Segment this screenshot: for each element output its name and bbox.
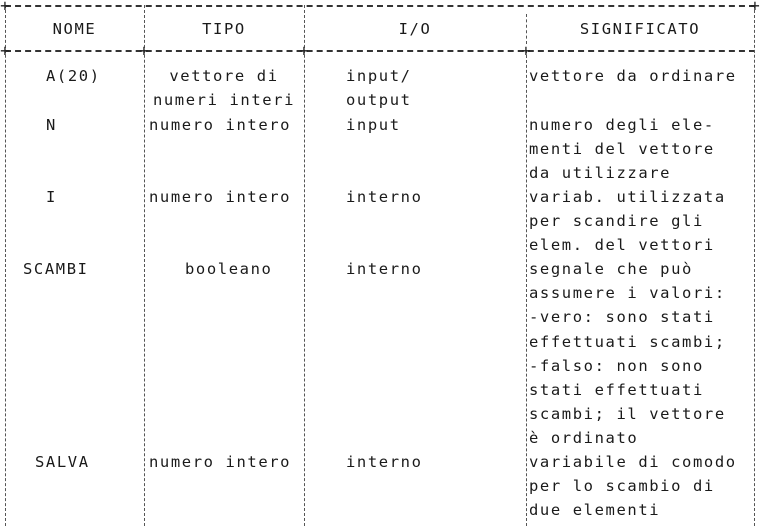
column-divider-2 bbox=[304, 5, 305, 526]
corner-top-right: + bbox=[750, 0, 760, 15]
cell-io: input bbox=[346, 116, 401, 134]
header-tipo: TIPO bbox=[202, 20, 246, 38]
cell-tipo: vettore di numeri interi bbox=[152, 67, 296, 110]
junction-3: + bbox=[521, 41, 531, 60]
junction-left: + bbox=[0, 41, 10, 60]
junction-2: + bbox=[299, 41, 309, 60]
cell-nome: I bbox=[46, 188, 57, 206]
cell-significato: segnale che può assumere i valori: -vero… bbox=[529, 260, 726, 448]
table-left-border bbox=[5, 5, 6, 526]
cell-io: interno bbox=[346, 260, 423, 278]
cell-io: interno bbox=[346, 453, 423, 471]
cell-significato: numero degli ele- menti del vettore da u… bbox=[529, 116, 715, 183]
column-divider-1 bbox=[144, 5, 145, 526]
cell-tipo: numero intero bbox=[149, 453, 292, 471]
corner-top-left: + bbox=[0, 0, 10, 15]
cell-io: interno bbox=[346, 188, 423, 206]
cell-tipo: numero intero bbox=[149, 188, 292, 206]
cell-nome: SCAMBI bbox=[23, 260, 89, 278]
table-top-border bbox=[5, 5, 755, 7]
cell-nome: N bbox=[46, 116, 57, 134]
junction-1: + bbox=[139, 41, 149, 60]
cell-nome: A(20) bbox=[46, 67, 101, 85]
header-divider bbox=[5, 50, 755, 52]
header-nome: NOME bbox=[52, 20, 97, 38]
cell-tipo: numero intero bbox=[149, 116, 292, 134]
cell-tipo: booleano bbox=[185, 260, 273, 278]
cell-significato: vettore da ordinare bbox=[529, 67, 737, 85]
cell-nome: SALVA bbox=[35, 453, 90, 471]
table-right-border bbox=[754, 5, 755, 526]
column-divider-3 bbox=[526, 50, 527, 526]
header-io: I/O bbox=[398, 20, 432, 38]
cell-io: input/ output bbox=[346, 67, 412, 110]
cell-significato: variabile di comodo per lo scambio di du… bbox=[529, 453, 737, 520]
header-significato: SIGNIFICATO bbox=[579, 20, 701, 38]
cell-significato: variab. utilizzata per scandire gli elem… bbox=[529, 188, 726, 255]
